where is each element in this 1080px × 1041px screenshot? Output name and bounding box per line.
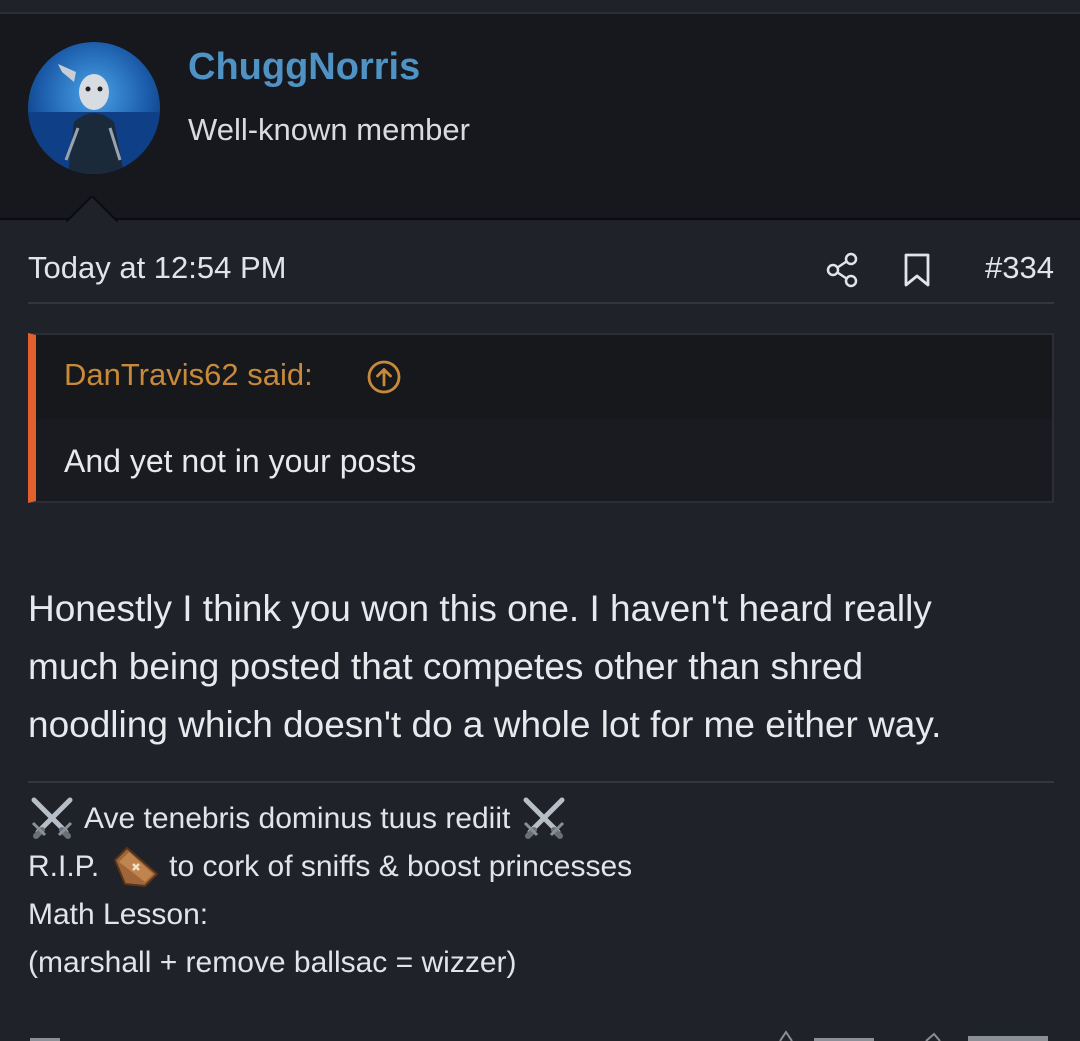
message-user-header: ChuggNorris Well-known member: [0, 12, 1080, 220]
share-icon[interactable]: [825, 250, 859, 290]
arrow-up-circle-icon[interactable]: [366, 359, 402, 395]
signature: Ave tenebris dominus tuus rediit R.I.P. …: [28, 795, 1068, 987]
post-body: Honestly I think you won this one. I hav…: [28, 580, 1068, 754]
quote-block: DanTravis62 said: And yet not in your po…: [28, 333, 1054, 503]
crossed-swords-icon: [523, 797, 565, 839]
header-pointer-caret: [66, 196, 118, 222]
top-edge: [0, 0, 1080, 12]
meta-divider: [28, 302, 1054, 304]
quote-text: And yet not in your posts: [64, 443, 417, 479]
signature-motto: Ave tenebris dominus tuus rediit: [84, 802, 511, 835]
post-body-line: much being posted that competes other th…: [28, 646, 864, 687]
quote-author[interactable]: DanTravis62 said:: [64, 357, 313, 393]
signature-line-3: Math Lesson:: [28, 891, 1068, 939]
post-body-line: noodling which doesn't do a whole lot fo…: [28, 704, 942, 745]
post-meta-row: Today at 12:54 PM #334: [28, 250, 1054, 292]
signature-rip-text: to cork of sniffs & boost princesses: [169, 850, 633, 883]
post-timestamp[interactable]: Today at 12:54 PM: [28, 250, 287, 286]
post-number[interactable]: #334: [985, 250, 1054, 286]
post-body-line: Honestly I think you won this one. I hav…: [28, 588, 932, 629]
bookmark-icon[interactable]: [902, 252, 932, 288]
signature-math-label: Math Lesson:: [28, 898, 209, 931]
quote-header: DanTravis62 said:: [36, 335, 1052, 419]
crossed-swords-icon: [31, 797, 73, 839]
signature-divider: [28, 781, 1054, 783]
signature-line-2: R.I.P. to cork of sniffs & boost princes…: [28, 843, 1068, 891]
coffin-icon: [113, 846, 159, 888]
signature-rip: R.I.P.: [28, 850, 100, 883]
signature-line-4: (marshall + remove ballsac = wizzer): [28, 939, 1068, 987]
avatar[interactable]: [28, 42, 160, 174]
username-link[interactable]: ChuggNorris: [188, 46, 420, 89]
post-footer-actions-partial: [30, 1030, 1048, 1041]
signature-line-1: Ave tenebris dominus tuus rediit: [28, 795, 1068, 843]
user-title: Well-known member: [188, 112, 470, 147]
signature-math-formula: (marshall + remove ballsac = wizzer): [28, 946, 517, 979]
